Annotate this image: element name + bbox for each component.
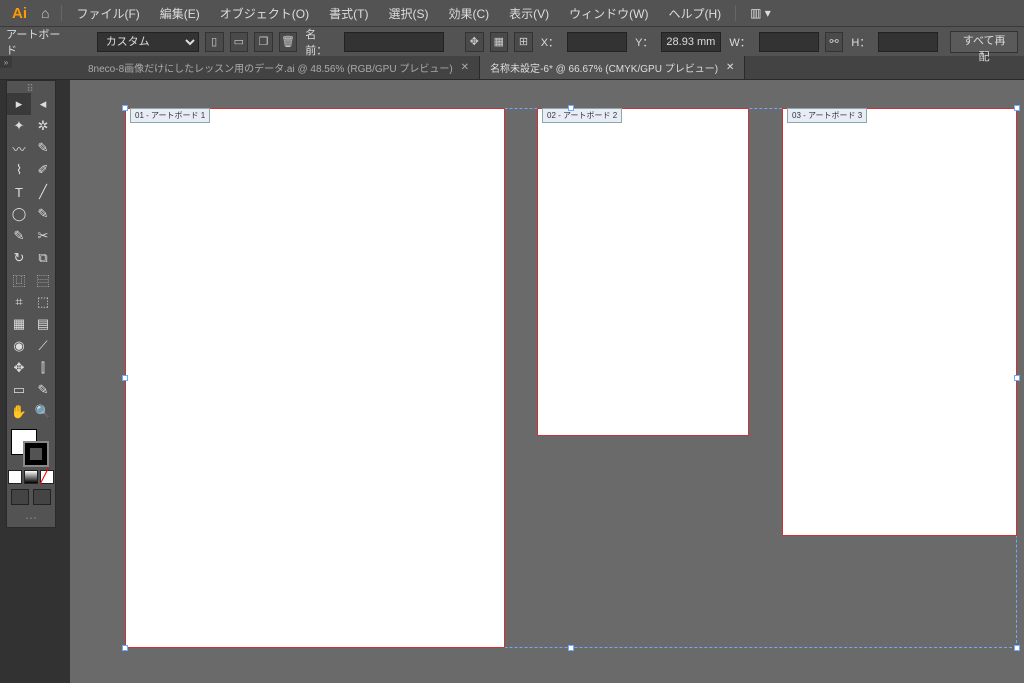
link-wh-icon[interactable]: ⚯ bbox=[825, 32, 844, 52]
tool-button[interactable]: ✦ bbox=[7, 115, 31, 137]
selection-handle[interactable] bbox=[1014, 375, 1020, 381]
menu-object[interactable]: オブジェクト(O) bbox=[210, 5, 319, 22]
close-icon[interactable]: ✕ bbox=[726, 62, 734, 73]
document-tab-title: 名称未設定-6* @ 66.67% (CMYK/GPU プレビュー) bbox=[490, 60, 718, 75]
document-tabs: 8neco-8画像だけにしたレッスン用のデータ.ai @ 48.56% (RGB… bbox=[0, 56, 1024, 80]
tool-button[interactable]: ⌗ bbox=[7, 291, 31, 313]
selection-handle[interactable] bbox=[122, 645, 128, 651]
tool-button[interactable]: ▦ bbox=[7, 313, 31, 335]
artboard[interactable]: 03 - アートボード 3 bbox=[782, 108, 1017, 536]
menu-effect[interactable]: 効果(C) bbox=[438, 5, 499, 22]
options-icon[interactable]: ▦ bbox=[490, 32, 509, 52]
color-mode-row: ╱ bbox=[7, 469, 55, 485]
w-input[interactable] bbox=[759, 32, 819, 52]
tool-button[interactable]: ✎ bbox=[31, 137, 55, 159]
menu-help[interactable]: ヘルプ(H) bbox=[658, 5, 731, 22]
h-label: H： bbox=[849, 34, 872, 50]
document-tab-title: 8neco-8画像だけにしたレッスン用のデータ.ai @ 48.56% (RGB… bbox=[88, 60, 453, 75]
menu-select[interactable]: 選択(S) bbox=[378, 5, 438, 22]
tool-button[interactable]: ◯ bbox=[7, 203, 31, 225]
selection-handle[interactable] bbox=[568, 645, 574, 651]
control-bar: アートボード カスタム ▯ ▭ ❐ 🗑 名前： ✥ ▦ ⊞ X： Y： W： ⚯… bbox=[0, 26, 1024, 56]
w-label: W： bbox=[727, 34, 752, 50]
canvas[interactable]: 01 - アートボード 1 02 - アートボード 2 03 - アートボード 3 bbox=[70, 80, 1024, 683]
tools-panel: ⠿ ▸◂✦✲〰✎⌇✐T╱◯✎✎✂↻⧉⿶⿳⌗⬚▦▤◉⟋✥⫿▭✎✋🔍 ╱ ⋯ bbox=[6, 80, 56, 528]
selection-handle[interactable] bbox=[122, 375, 128, 381]
color-mode-gradient[interactable] bbox=[24, 470, 38, 484]
color-mode-none[interactable]: ╱ bbox=[40, 470, 54, 484]
artboard-name-input[interactable] bbox=[344, 32, 444, 52]
tool-button[interactable]: ✋ bbox=[7, 401, 31, 423]
reference-point-icon[interactable]: ⊞ bbox=[514, 32, 533, 52]
selection-handle[interactable] bbox=[1014, 645, 1020, 651]
x-input[interactable] bbox=[567, 32, 627, 52]
tool-button[interactable]: ◉ bbox=[7, 335, 31, 357]
expand-panels-icon[interactable]: » bbox=[0, 56, 12, 68]
tool-button[interactable]: ⟋ bbox=[31, 335, 55, 357]
arrange-docs-icon[interactable]: ▥ ▾ bbox=[740, 6, 781, 20]
menu-edit[interactable]: 編集(E) bbox=[150, 5, 210, 22]
tool-button[interactable]: ↻ bbox=[7, 247, 31, 269]
panel-grip-icon[interactable]: ⠿ bbox=[7, 85, 55, 93]
tool-button[interactable]: ╱ bbox=[31, 181, 55, 203]
tool-button[interactable]: ▭ bbox=[7, 379, 31, 401]
name-label: 名前： bbox=[303, 26, 337, 58]
tool-mode-label: アートボード bbox=[6, 26, 66, 58]
artboard-label: 01 - アートボード 1 bbox=[130, 108, 210, 123]
screen-mode-icon[interactable] bbox=[11, 489, 29, 505]
close-icon[interactable]: ✕ bbox=[461, 62, 469, 73]
h-input[interactable] bbox=[878, 32, 938, 52]
tool-button[interactable]: ✂ bbox=[31, 225, 55, 247]
tool-button[interactable]: ✎ bbox=[31, 379, 55, 401]
color-mode-solid[interactable] bbox=[8, 470, 22, 484]
orientation-portrait-icon[interactable]: ▯ bbox=[205, 32, 224, 52]
y-input[interactable] bbox=[661, 32, 721, 52]
tool-button[interactable]: ✥ bbox=[7, 357, 31, 379]
menu-type[interactable]: 書式(T) bbox=[319, 5, 378, 22]
artboard[interactable]: 02 - アートボード 2 bbox=[537, 108, 749, 436]
tool-button[interactable]: ◂ bbox=[31, 93, 55, 115]
tool-button[interactable]: ⌇ bbox=[7, 159, 31, 181]
tool-button[interactable]: ▸ bbox=[7, 93, 31, 115]
move-with-art-icon[interactable]: ✥ bbox=[465, 32, 484, 52]
change-screen-icon[interactable] bbox=[33, 489, 51, 505]
artboard[interactable]: 01 - アートボード 1 bbox=[125, 108, 505, 648]
delete-artboard-icon[interactable]: 🗑 bbox=[279, 32, 298, 52]
tool-button[interactable]: ⫿ bbox=[31, 357, 55, 379]
selection-handle[interactable] bbox=[122, 105, 128, 111]
tool-button[interactable]: ⿳ bbox=[31, 269, 55, 291]
artboard-label: 02 - アートボード 2 bbox=[542, 108, 622, 123]
y-label: Y： bbox=[633, 34, 655, 50]
menu-bar: Ai ⌂ ファイル(F) 編集(E) オブジェクト(O) 書式(T) 選択(S)… bbox=[0, 0, 1024, 26]
menu-file[interactable]: ファイル(F) bbox=[66, 5, 149, 22]
document-tab[interactable]: 名称未設定-6* @ 66.67% (CMYK/GPU プレビュー) ✕ bbox=[480, 56, 745, 79]
tool-button[interactable]: T bbox=[7, 181, 31, 203]
tool-button[interactable]: ⧉ bbox=[31, 247, 55, 269]
menu-window[interactable]: ウィンドウ(W) bbox=[559, 5, 658, 22]
menu-view[interactable]: 表示(V) bbox=[499, 5, 559, 22]
new-artboard-icon[interactable]: ❐ bbox=[254, 32, 273, 52]
selection-handle[interactable] bbox=[1014, 105, 1020, 111]
tool-button[interactable]: ✎ bbox=[31, 203, 55, 225]
tool-button[interactable]: ▤ bbox=[31, 313, 55, 335]
tool-button[interactable]: ⬚ bbox=[31, 291, 55, 313]
edit-toolbar-icon[interactable]: ⋯ bbox=[7, 509, 55, 527]
document-tab[interactable]: 8neco-8画像だけにしたレッスン用のデータ.ai @ 48.56% (RGB… bbox=[78, 56, 480, 79]
preset-select[interactable]: カスタム bbox=[97, 32, 199, 52]
tool-button[interactable]: 〰 bbox=[7, 137, 31, 159]
orientation-landscape-icon[interactable]: ▭ bbox=[230, 32, 249, 52]
artboard-label: 03 - アートボード 3 bbox=[787, 108, 867, 123]
x-label: X： bbox=[539, 34, 561, 50]
app-logo: Ai bbox=[6, 5, 33, 22]
tool-button[interactable]: ✐ bbox=[31, 159, 55, 181]
tool-button[interactable]: ✲ bbox=[31, 115, 55, 137]
rearrange-all-button[interactable]: すべて再配 bbox=[950, 31, 1018, 53]
tool-button[interactable]: ⿶ bbox=[7, 269, 31, 291]
tool-button[interactable]: 🔍 bbox=[31, 401, 55, 423]
fill-stroke-swatch[interactable] bbox=[7, 427, 57, 469]
stroke-swatch[interactable] bbox=[23, 441, 49, 467]
home-icon[interactable]: ⌂ bbox=[33, 5, 57, 21]
tool-button[interactable]: ✎ bbox=[7, 225, 31, 247]
selection-handle[interactable] bbox=[568, 105, 574, 111]
